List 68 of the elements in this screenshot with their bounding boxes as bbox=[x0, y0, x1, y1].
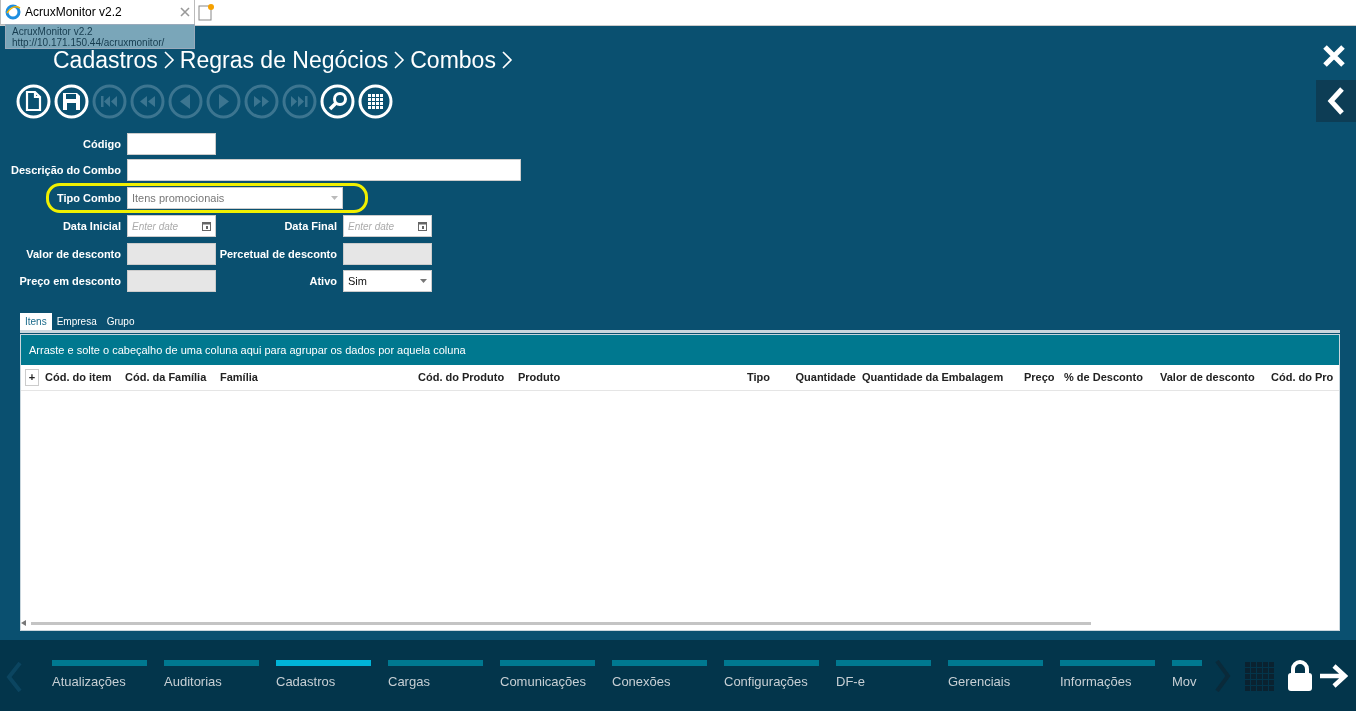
browser-tab[interactable]: AcruxMonitor v2.2 bbox=[0, 0, 195, 25]
collapse-button[interactable] bbox=[1316, 80, 1356, 122]
column-header[interactable]: Quantidade bbox=[795, 369, 856, 386]
tab-title: AcruxMonitor v2.2 bbox=[25, 4, 123, 21]
column-header[interactable]: Valor de desconto bbox=[1160, 369, 1255, 386]
dropdown-arrow-icon bbox=[420, 279, 427, 283]
field-label: Tipo Combo bbox=[56, 190, 122, 206]
nav-item[interactable]: Auditorias bbox=[164, 672, 259, 692]
column-header[interactable]: Cód. do Produto bbox=[418, 369, 505, 386]
column-header[interactable]: Cód. do item bbox=[45, 369, 112, 386]
logout-arrow-icon[interactable] bbox=[1318, 664, 1348, 688]
dropdown[interactable]: Sim bbox=[343, 270, 432, 292]
calendar-icon[interactable] bbox=[202, 221, 211, 231]
new-tab-icon[interactable] bbox=[197, 3, 215, 21]
nav-item[interactable]: Atualizações bbox=[52, 672, 147, 692]
column-header[interactable]: Família bbox=[220, 369, 258, 386]
calendar-icon[interactable] bbox=[418, 221, 427, 231]
close-icon[interactable] bbox=[1322, 44, 1346, 68]
new-document-icon[interactable] bbox=[16, 84, 51, 119]
field-label: Percetual de desconto bbox=[218, 246, 338, 262]
nav-item[interactable]: Comunicações bbox=[500, 672, 595, 692]
lock-icon[interactable] bbox=[1287, 660, 1313, 692]
chevron-right-icon bbox=[393, 50, 406, 70]
breadcrumb-link[interactable]: Regras de Negócios bbox=[179, 48, 389, 72]
group-panel-hint: Arraste e solte o cabeçalho de uma coluna aqui para agrupar os dados por aquela coluna bbox=[21, 335, 1339, 365]
nav-item[interactable]: Mov bbox=[1172, 672, 1202, 692]
tab[interactable]: Empresa bbox=[51, 313, 102, 330]
field-label: Ativo bbox=[308, 273, 338, 289]
column-header[interactable]: Preço bbox=[1024, 369, 1055, 386]
browser-logo-icon bbox=[5, 4, 21, 20]
column-header[interactable]: Quantidade da Embalagem bbox=[862, 369, 1004, 386]
column-header[interactable]: Tipo bbox=[747, 369, 770, 386]
tooltip: AcruxMonitor v2.2 http://10.171.150.44/acruxmonitor/ bbox=[5, 24, 195, 49]
tab[interactable]: Itens bbox=[20, 313, 52, 330]
search-icon[interactable] bbox=[320, 84, 355, 119]
chevron-left-icon bbox=[1327, 87, 1345, 115]
field-label: Data Final bbox=[283, 218, 338, 234]
expand-button[interactable]: + bbox=[25, 369, 39, 386]
nav-item[interactable]: Configurações bbox=[724, 672, 819, 692]
column-header[interactable]: Produto bbox=[518, 369, 561, 386]
nav-item[interactable]: Informações bbox=[1060, 672, 1155, 692]
nav-item[interactable]: DF-e bbox=[836, 672, 931, 692]
tab[interactable]: Grupo bbox=[101, 313, 140, 330]
nav-item[interactable]: Gerenciais bbox=[948, 672, 1043, 692]
save-icon[interactable] bbox=[54, 84, 89, 119]
nav-item[interactable]: Conexões bbox=[612, 672, 707, 692]
close-tab-icon[interactable] bbox=[180, 7, 190, 17]
field-label: Código bbox=[82, 136, 122, 152]
field-label: Preço em desconto bbox=[18, 273, 122, 289]
input-field[interactable] bbox=[127, 159, 521, 181]
column-header[interactable]: Cód. da Família bbox=[125, 369, 207, 386]
field-label: Valor de desconto bbox=[25, 246, 122, 262]
nav-item[interactable]: Cadastros bbox=[276, 672, 371, 692]
dropdown-arrow-icon bbox=[331, 196, 338, 200]
apps-grid-icon[interactable] bbox=[1245, 662, 1275, 692]
grid-icon[interactable] bbox=[358, 84, 393, 119]
column-header[interactable]: Cód. do Pro bbox=[1271, 369, 1334, 386]
field-label: Descrição do Combo bbox=[9, 162, 122, 178]
scroll-left-icon[interactable] bbox=[21, 620, 27, 626]
breadcrumb-link[interactable]: Cadastros bbox=[53, 48, 158, 72]
chevron-right-icon bbox=[500, 50, 513, 70]
column-header[interactable]: % de Desconto bbox=[1064, 369, 1143, 386]
chevron-right-icon bbox=[162, 50, 175, 70]
nav-item[interactable]: Cargas bbox=[388, 672, 483, 692]
dropdown[interactable]: Itens promocionais bbox=[127, 187, 343, 209]
field-label: Data Inicial bbox=[61, 218, 122, 234]
input-field[interactable] bbox=[127, 133, 216, 155]
breadcrumb-link[interactable]: Combos bbox=[410, 48, 496, 72]
